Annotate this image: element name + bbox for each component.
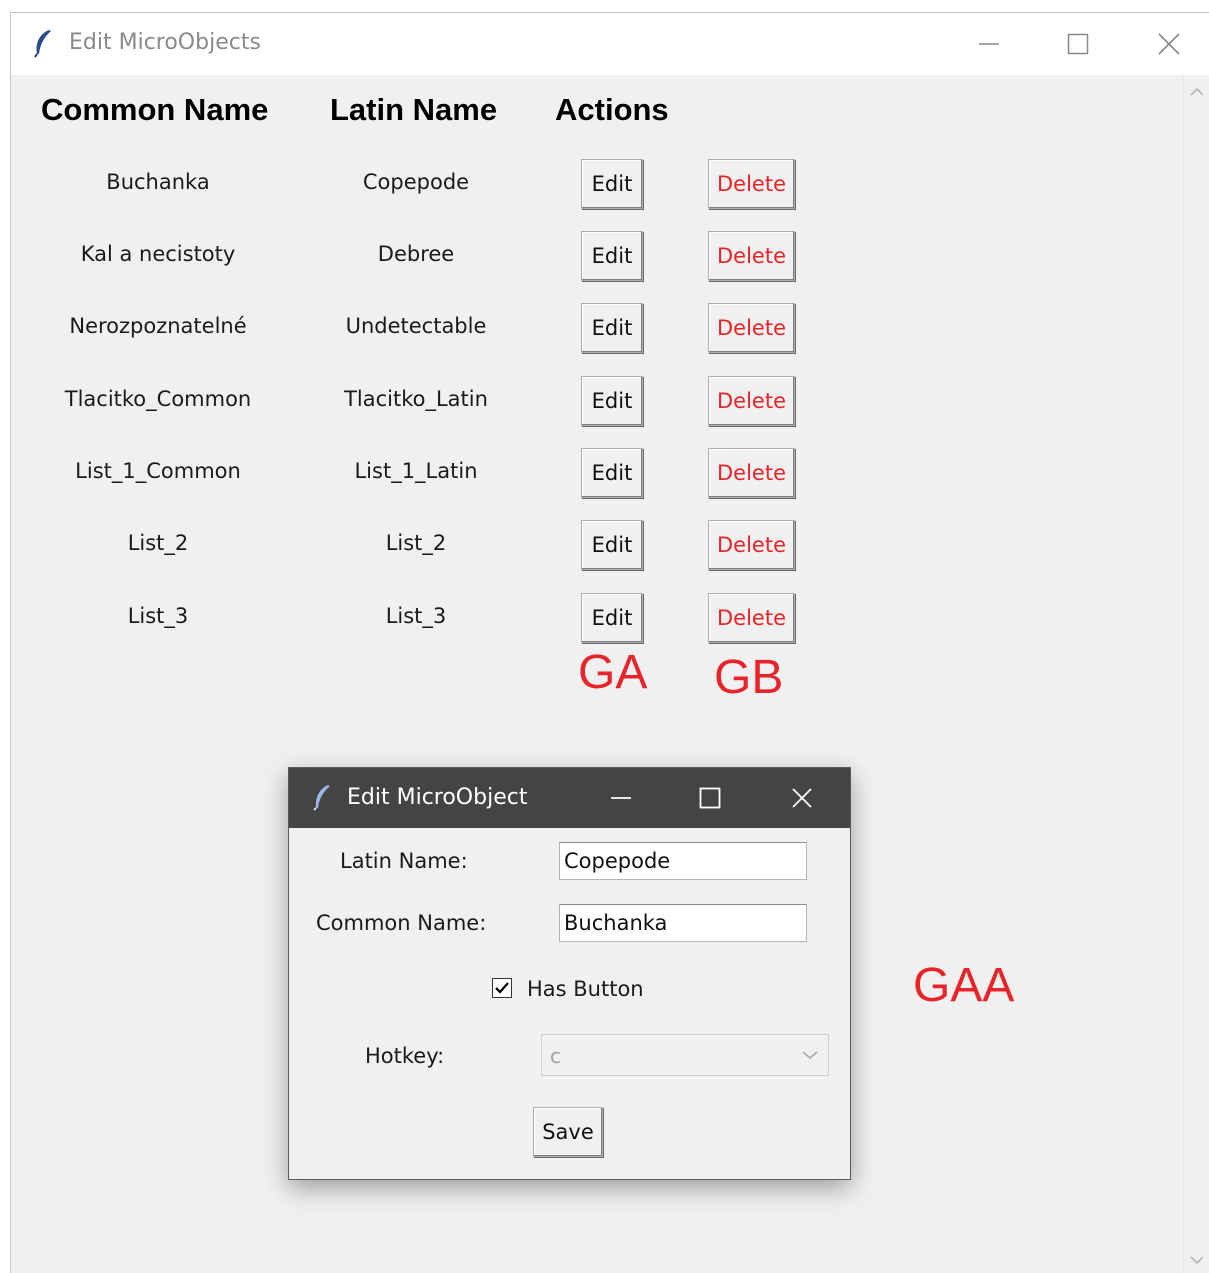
latin-name-cell: Undetectable bbox=[345, 314, 487, 338]
dialog-close-button[interactable] bbox=[767, 768, 837, 828]
dialog-minimize-button[interactable] bbox=[586, 768, 656, 828]
feather-icon bbox=[34, 30, 51, 58]
annotation-gb: GB bbox=[714, 651, 784, 704]
maximize-icon bbox=[1067, 33, 1089, 55]
edit-button[interactable]: Edit bbox=[581, 520, 643, 570]
common-name-cell: List_2 bbox=[127, 531, 189, 555]
close-icon bbox=[792, 788, 812, 808]
latin-name-label: Latin Name: bbox=[340, 849, 468, 873]
edit-button[interactable]: Edit bbox=[581, 303, 643, 353]
delete-button[interactable]: Delete bbox=[708, 448, 795, 498]
window-title: Edit MicroObjects bbox=[69, 30, 261, 55]
dialog-title-bar: Edit MicroObject bbox=[289, 768, 850, 828]
edit-button[interactable]: Edit bbox=[581, 448, 643, 498]
dialog-maximize-button[interactable] bbox=[675, 768, 745, 828]
common-name-cell: Nerozpoznatelné bbox=[69, 314, 247, 338]
delete-button[interactable]: Delete bbox=[708, 376, 795, 426]
dialog-title: Edit MicroObject bbox=[347, 785, 528, 810]
latin-name-cell: List_1_Latin bbox=[354, 459, 478, 483]
feather-icon bbox=[313, 785, 330, 811]
edit-button[interactable]: Edit bbox=[581, 159, 643, 209]
edit-button[interactable]: Edit bbox=[581, 376, 643, 426]
close-icon bbox=[1158, 33, 1180, 55]
delete-button[interactable]: Delete bbox=[708, 159, 795, 209]
title-bar: Edit MicroObjects bbox=[11, 13, 1209, 75]
checkmark-icon bbox=[495, 982, 509, 994]
vertical-scrollbar[interactable] bbox=[1183, 75, 1209, 1273]
minimize-icon bbox=[979, 43, 999, 45]
delete-button[interactable]: Delete bbox=[708, 520, 795, 570]
common-name-cell: Kal a necistoty bbox=[80, 242, 236, 266]
minimize-icon bbox=[611, 797, 631, 799]
header-latin-name: Latin Name bbox=[330, 92, 498, 127]
latin-name-field[interactable] bbox=[559, 842, 807, 880]
latin-name-cell: List_2 bbox=[385, 531, 447, 555]
combobox-dropdown-button[interactable] bbox=[792, 1035, 828, 1075]
common-name-cell: List_1_Common bbox=[75, 459, 241, 483]
maximize-icon bbox=[699, 787, 721, 809]
delete-button[interactable]: Delete bbox=[708, 593, 795, 643]
maximize-button[interactable] bbox=[1038, 13, 1118, 75]
annotation-ga: GA bbox=[578, 646, 648, 699]
edit-button[interactable]: Edit bbox=[581, 231, 643, 281]
delete-button[interactable]: Delete bbox=[708, 303, 795, 353]
common-name-field[interactable] bbox=[559, 904, 807, 942]
common-name-cell: List_3 bbox=[127, 604, 189, 628]
common-name-cell: Tlacitko_Common bbox=[64, 387, 252, 411]
chevron-up-icon[interactable] bbox=[1190, 87, 1204, 97]
close-button[interactable] bbox=[1129, 13, 1209, 75]
latin-name-cell: List_3 bbox=[385, 604, 447, 628]
common-name-label: Common Name: bbox=[316, 911, 487, 935]
save-button[interactable]: Save bbox=[533, 1107, 603, 1157]
common-name-cell: Buchanka bbox=[106, 170, 210, 194]
hotkey-combobox[interactable]: c bbox=[541, 1034, 829, 1076]
edit-button[interactable]: Edit bbox=[581, 593, 643, 643]
minimize-button[interactable] bbox=[949, 13, 1029, 75]
header-actions: Actions bbox=[555, 92, 669, 127]
latin-name-cell: Tlacitko_Latin bbox=[344, 387, 488, 411]
annotation-gaa: GAA bbox=[913, 959, 1015, 1012]
chevron-down-icon[interactable] bbox=[1190, 1255, 1204, 1265]
hotkey-value: c bbox=[550, 1044, 561, 1068]
latin-name-cell: Debree bbox=[377, 242, 455, 266]
chevron-down-icon bbox=[802, 1051, 818, 1059]
header-common-name: Common Name bbox=[41, 92, 269, 127]
hotkey-label: Hotkey: bbox=[365, 1044, 445, 1068]
edit-microobject-dialog: Edit MicroObject Latin Name: Common Name… bbox=[288, 767, 851, 1180]
has-button-label: Has Button bbox=[527, 977, 644, 1001]
latin-name-cell: Copepode bbox=[362, 170, 470, 194]
delete-button[interactable]: Delete bbox=[708, 231, 795, 281]
has-button-checkbox[interactable] bbox=[492, 978, 512, 998]
